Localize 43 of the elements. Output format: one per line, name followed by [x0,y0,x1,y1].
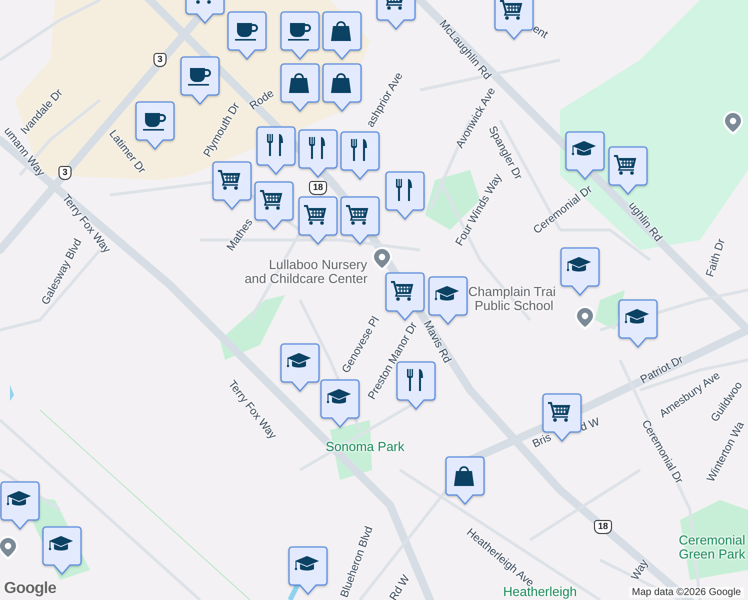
park-area [595,290,625,330]
pond-area [10,385,14,401]
cart-pin-icon[interactable] [254,181,294,231]
fork-knife-pin-icon[interactable] [256,126,296,176]
bag-pin-icon[interactable] [445,456,485,506]
route-shield: 18 [594,520,612,534]
fork-knife-pin-icon[interactable] [298,129,338,179]
graduation-cap-pin-icon[interactable] [560,247,600,297]
location-pin-icon[interactable] [0,535,19,561]
graduation-cap-pin-icon[interactable] [42,526,82,576]
street-label: Mavis Rd [420,318,454,366]
place-label: Lullaboo Nursery [268,258,368,272]
street-label: Faith Dr [704,238,728,278]
location-pin-icon[interactable] [574,305,596,331]
map-attribution: Map data ©2026 Google [628,587,744,598]
cart-pin-icon[interactable] [494,0,534,41]
graduation-cap-pin-icon[interactable] [280,343,320,393]
fork-knife-pin-icon[interactable] [385,171,425,221]
graduation-cap-pin-icon[interactable] [320,379,360,429]
location-pin-icon[interactable] [722,110,744,136]
park-area [220,295,285,360]
route-shield: 18 [309,181,327,195]
cart-pin-icon[interactable] [340,196,380,246]
cart-pin-icon[interactable] [385,272,425,322]
graduation-cap-pin-icon[interactable] [288,546,328,596]
location-pin-icon[interactable] [371,246,393,272]
place-label: Public School [474,298,554,314]
park-label: Sonoma Park [326,440,404,454]
street-label: Rode [248,88,276,112]
street-label: Bris [530,432,554,450]
place-label: and Childcare Center [244,272,368,286]
route-shield: 3 [58,166,72,180]
fork-knife-pin-icon[interactable] [340,131,380,181]
graduation-cap-pin-icon[interactable] [618,299,658,349]
street-label: ent [530,22,550,42]
park-label: Heatherleigh [503,584,577,600]
google-logo: Google [4,580,56,598]
cart-pin-icon[interactable] [298,196,338,246]
place-label: Champlain Trai [468,284,556,300]
graduation-cap-pin-icon[interactable] [0,481,40,531]
bag-pin-icon[interactable] [322,63,362,113]
park-label: Ceremonial Green Park [678,534,746,562]
cart-pin-icon[interactable] [212,161,252,211]
